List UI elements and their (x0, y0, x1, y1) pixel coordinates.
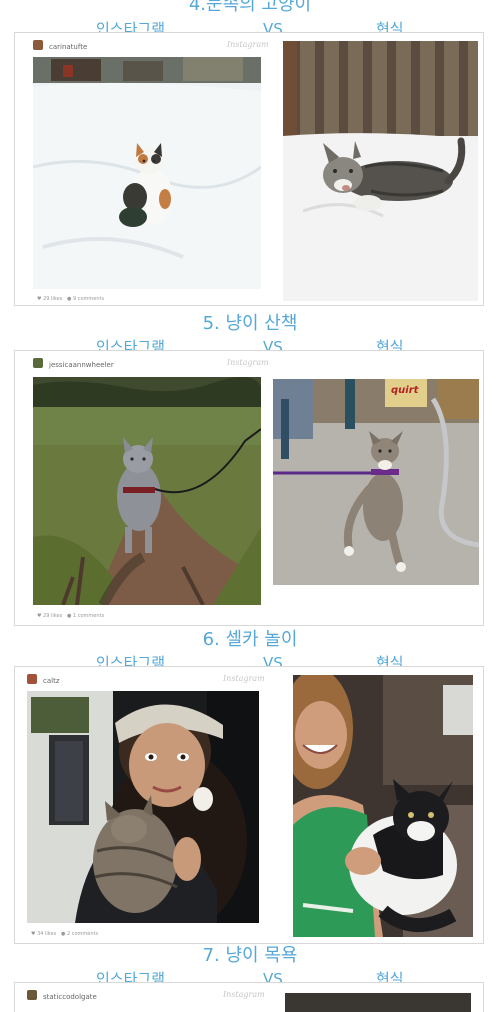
instagram-logo: Instagram (227, 40, 269, 49)
box-label: quirt (391, 385, 419, 396)
section-title: 4.눈속의 고양이 (188, 0, 312, 15)
username[interactable]: staticcodolgate (43, 992, 97, 1002)
heart-icon[interactable]: ♥ (37, 613, 41, 619)
instagram-logo: Instagram (223, 990, 265, 999)
avatar[interactable] (27, 990, 37, 1000)
instagram-logo: Instagram (227, 358, 269, 367)
instagram-logo: Instagram (223, 674, 265, 683)
comment-icon[interactable]: ● (67, 613, 71, 619)
heart-icon[interactable]: ♥ (31, 931, 35, 937)
instagram-photo (33, 57, 261, 289)
section-title: 5. 냥이 산책 (202, 313, 298, 334)
comments-count: 1 comments (72, 613, 105, 619)
reality-photo (283, 41, 478, 301)
username[interactable]: carinatufte (49, 42, 87, 52)
instagram-photo (27, 691, 259, 923)
likes-count: 29 likes (43, 296, 63, 302)
reality-photo (285, 993, 471, 1012)
comments-count: 9 comments (72, 296, 105, 302)
username[interactable]: caltz (43, 676, 60, 686)
comparison-panel: jessicaannwheeler Instagram ♥ 29 likes ●… (14, 350, 484, 626)
reality-photo (293, 675, 473, 937)
avatar[interactable] (33, 40, 43, 50)
instagram-photo (33, 377, 261, 605)
likes-count: 34 likes (37, 931, 57, 937)
comparison-panel: carinatufte Instagram ♥ 29 likes ● 9 com… (14, 32, 484, 306)
reality-photo: quirt (273, 379, 479, 585)
section-title: 7. 냥이 목욕 (202, 945, 298, 966)
comparison-panel: caltz Instagram ♥ 34 likes ● 2 comments (14, 666, 484, 944)
comment-icon[interactable]: ● (67, 296, 71, 302)
comparison-panel: staticcodolgate Instagram (14, 982, 484, 1012)
comment-icon[interactable]: ● (61, 931, 65, 937)
section-title: 6. 셀카 놀이 (202, 629, 298, 650)
heart-icon[interactable]: ♥ (37, 296, 41, 302)
avatar[interactable] (33, 358, 43, 368)
likes-count: 29 likes (43, 613, 63, 619)
avatar[interactable] (27, 674, 37, 684)
username[interactable]: jessicaannwheeler (49, 360, 114, 370)
comments-count: 2 comments (66, 931, 99, 937)
